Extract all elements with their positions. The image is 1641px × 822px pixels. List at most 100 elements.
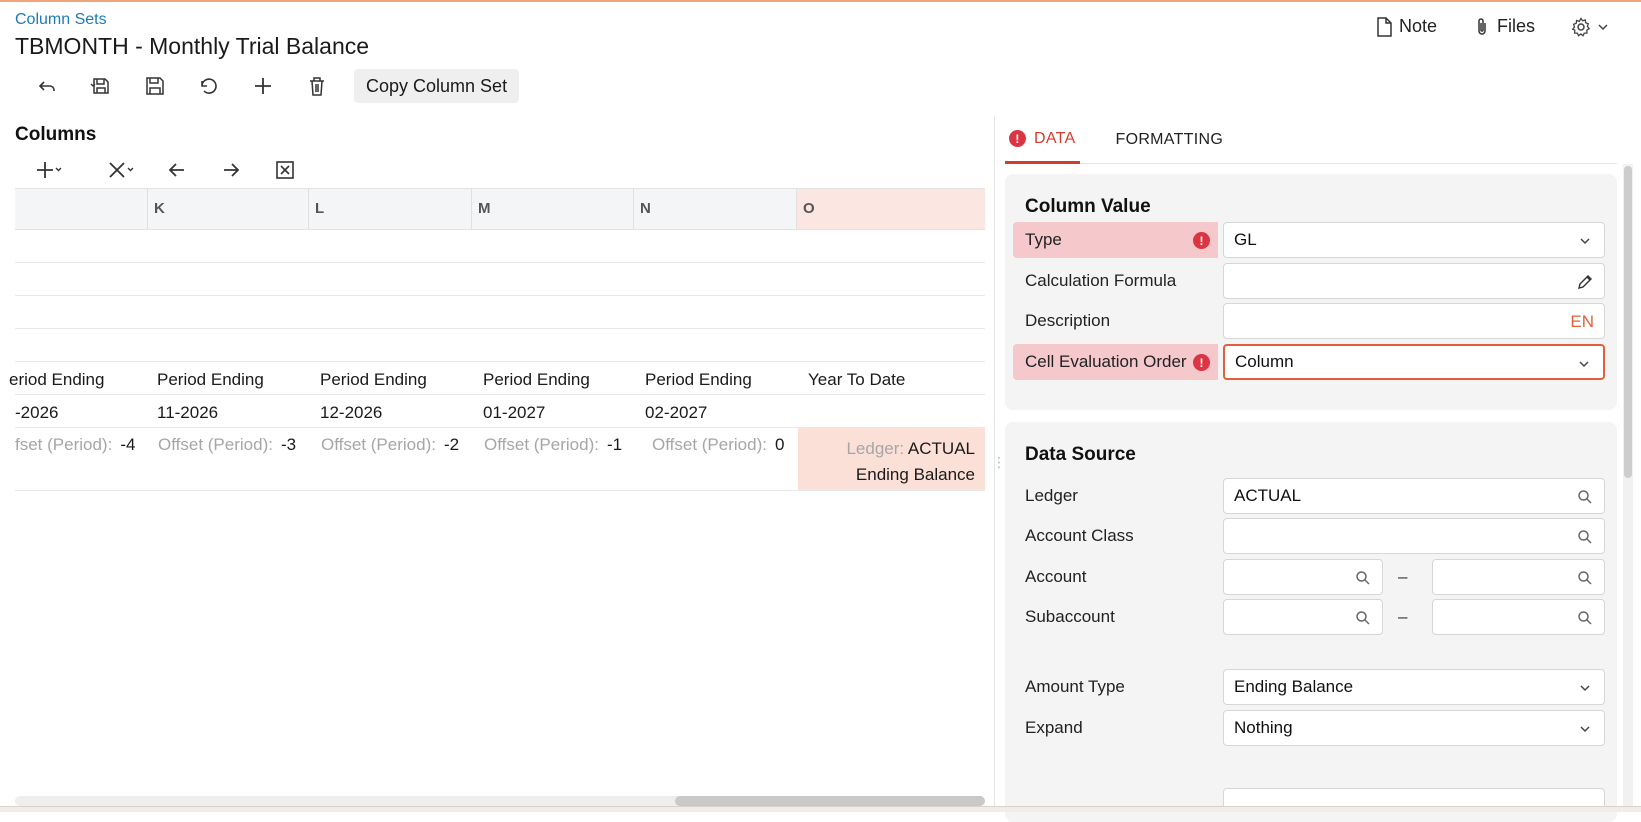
grid-row-empty[interactable] [15,296,985,329]
type-select[interactable]: GL [1223,222,1605,258]
column-header-l[interactable]: L [308,189,471,229]
search-icon[interactable] [1576,569,1594,587]
error-icon: ! [1193,232,1210,249]
vertical-scrollbar[interactable] [1623,164,1633,812]
column-header-m[interactable]: M [471,189,633,229]
vertical-scrollbar-thumb[interactable] [1624,166,1632,478]
tab-data[interactable]: ! DATA [1005,116,1080,164]
cancel-changes-button[interactable] [182,68,236,104]
next-field-row-partial [1013,788,1609,808]
splitter-handle[interactable]: ⋮ [992,454,1006,471]
offset-cell[interactable]: Offset (Period): -1 [484,435,622,455]
offset-cell[interactable]: Offset (Period): -3 [158,435,296,455]
move-left-button[interactable] [150,152,204,188]
account-class-input[interactable] [1223,518,1605,554]
formula-input[interactable] [1223,263,1605,299]
formula-label: Calculation Formula [1025,271,1177,290]
expand-label: Expand [1025,718,1083,737]
offset-cell[interactable]: Offset (Period): -2 [321,435,459,455]
remove-dropdown-icon [109,162,134,178]
grid-row-empty[interactable] [15,263,985,296]
horizontal-scrollbar-thumb[interactable] [675,796,985,806]
export-excel-button[interactable] [258,152,312,188]
copy-column-set-button[interactable]: Copy Column Set [354,69,520,103]
grid-cell[interactable]: eriod Ending [9,370,104,390]
page-title: TBMONTH - Monthly Trial Balance [15,33,370,59]
selected-column-cell[interactable]: Ledger: ACTUAL Ending Balance [798,428,985,490]
next-field-input[interactable] [1223,788,1605,808]
move-right-button[interactable] [204,152,258,188]
description-field-row: Description EN [1013,303,1609,339]
ledger-value: ACTUAL [907,439,975,458]
account-to-input[interactable] [1432,559,1605,595]
search-icon[interactable] [1576,609,1594,627]
grid-row-offset[interactable]: fset (Period): -4 Offset (Period): -3 Offs… [15,428,985,491]
breadcrumb[interactable]: Column Sets [15,11,107,29]
grid-cell[interactable]: 12-2026 [320,403,382,423]
ledger-input[interactable]: ACTUAL [1223,478,1605,514]
type-value: GL [1234,230,1257,249]
error-icon: ! [1009,130,1026,147]
description-input[interactable]: EN [1223,303,1605,339]
save-close-button[interactable] [74,68,128,104]
ledger-field-row: Ledger ACTUAL [1013,478,1609,514]
cancel-changes-icon [201,78,217,94]
grid-row-description[interactable]: eriod Ending Period Ending Period Ending… [9,362,985,395]
evaluation-order-select[interactable]: Column [1223,344,1605,380]
offset-cell[interactable]: fset (Period): -4 [15,435,135,455]
note-button[interactable]: Note [1375,16,1437,37]
column-header-partial[interactable] [15,189,147,229]
amount-type-select[interactable]: Ending Balance [1223,669,1605,705]
grid-cell[interactable]: Year To Date [808,370,905,390]
error-icon: ! [1193,354,1210,371]
column-header-o[interactable]: O [796,189,985,229]
top-accent-line [0,0,1641,2]
chevron-down-icon [1598,23,1608,30]
grid-row-empty[interactable] [15,329,985,362]
offset-label: Offset (Period): [652,435,767,454]
add-icon [255,78,271,94]
grid-cell[interactable]: 01-2027 [483,403,545,423]
data-source-card: Data Source Ledger ACTUAL Account Class … [1005,422,1617,822]
files-button[interactable]: Files [1473,16,1535,37]
remove-column-dropdown[interactable] [90,152,150,188]
horizontal-scrollbar[interactable] [15,796,985,806]
subaccount-label: Subaccount [1025,607,1115,626]
search-icon[interactable] [1576,488,1594,506]
grid-row-period[interactable]: -2026 11-2026 12-2026 01-2027 02-2027 [15,395,985,428]
language-selector[interactable]: EN [1570,312,1594,332]
columns-section-title: Columns [15,124,97,145]
subaccount-to-input[interactable] [1432,599,1605,635]
expand-select[interactable]: Nothing [1223,710,1605,746]
save-button[interactable] [128,68,182,104]
search-icon[interactable] [1354,569,1372,587]
grid-cell[interactable]: -2026 [15,403,58,423]
column-header-n[interactable]: N [633,189,796,229]
grid-cell[interactable]: Period Ending [157,370,264,390]
back-button[interactable] [20,68,74,104]
grid-cell[interactable]: Period Ending [320,370,427,390]
grid-row-empty[interactable] [15,230,985,263]
search-icon[interactable] [1354,609,1372,627]
pencil-icon[interactable] [1576,273,1594,291]
subaccount-from-input[interactable] [1223,599,1383,635]
add-column-dropdown[interactable] [22,152,74,188]
tab-formatting[interactable]: FORMATTING [1116,116,1224,164]
delete-button[interactable] [290,68,344,104]
grid-cell[interactable]: Period Ending [645,370,752,390]
grid-cell[interactable]: Period Ending [483,370,590,390]
grid-cell[interactable]: 11-2026 [157,403,218,423]
data-source-title: Data Source [1025,444,1136,465]
offset-cell[interactable]: Offset (Period): 0 [652,435,784,455]
column-header-k[interactable]: K [147,189,308,229]
save-close-icon [90,78,109,94]
offset-value: -1 [606,435,623,454]
type-label: Type ! [1013,222,1218,258]
account-from-input[interactable] [1223,559,1383,595]
properties-panel: ! DATA FORMATTING Column Value Type ! GL… [1005,116,1641,822]
grid-cell[interactable]: 02-2027 [645,403,707,423]
move-right-icon [224,163,240,177]
search-icon[interactable] [1576,528,1594,546]
add-button[interactable] [236,68,290,104]
settings-menu-button[interactable] [1571,16,1609,37]
